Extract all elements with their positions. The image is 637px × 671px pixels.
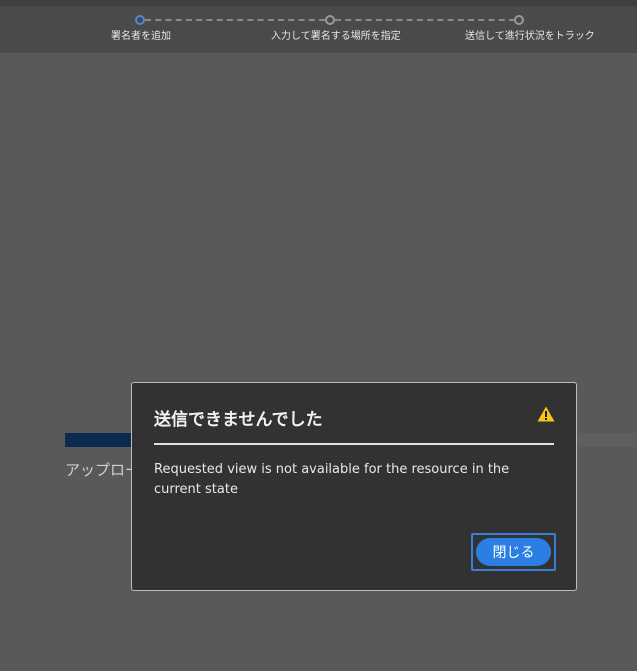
dialog-message: Requested view is not available for the …	[154, 462, 510, 497]
step-3-indicator	[514, 15, 524, 25]
step-progress-bar: 署名者を追加 入力して署名する場所を指定 送信して進行状況をトラック	[0, 0, 637, 53]
error-dialog: 送信できませんでした Requested view is not availab…	[131, 382, 577, 591]
step-2-label[interactable]: 入力して署名する場所を指定	[271, 27, 401, 42]
close-button[interactable]: 閉じる	[476, 538, 551, 566]
upload-status-text: アップロー	[65, 461, 141, 479]
step-3-label[interactable]: 送信して進行状況をトラック	[465, 27, 595, 42]
dialog-divider	[154, 443, 554, 445]
close-button-focus-ring: 閉じる	[471, 533, 556, 571]
step-2-indicator	[325, 15, 335, 25]
step-connector	[335, 19, 515, 21]
step-1-label[interactable]: 署名者を追加	[111, 27, 171, 42]
warning-icon	[537, 406, 555, 422]
step-connector	[145, 19, 325, 21]
upload-progress-fill	[65, 433, 135, 447]
dialog-title: 送信できませんでした	[154, 410, 323, 430]
step-1-indicator	[135, 15, 145, 25]
